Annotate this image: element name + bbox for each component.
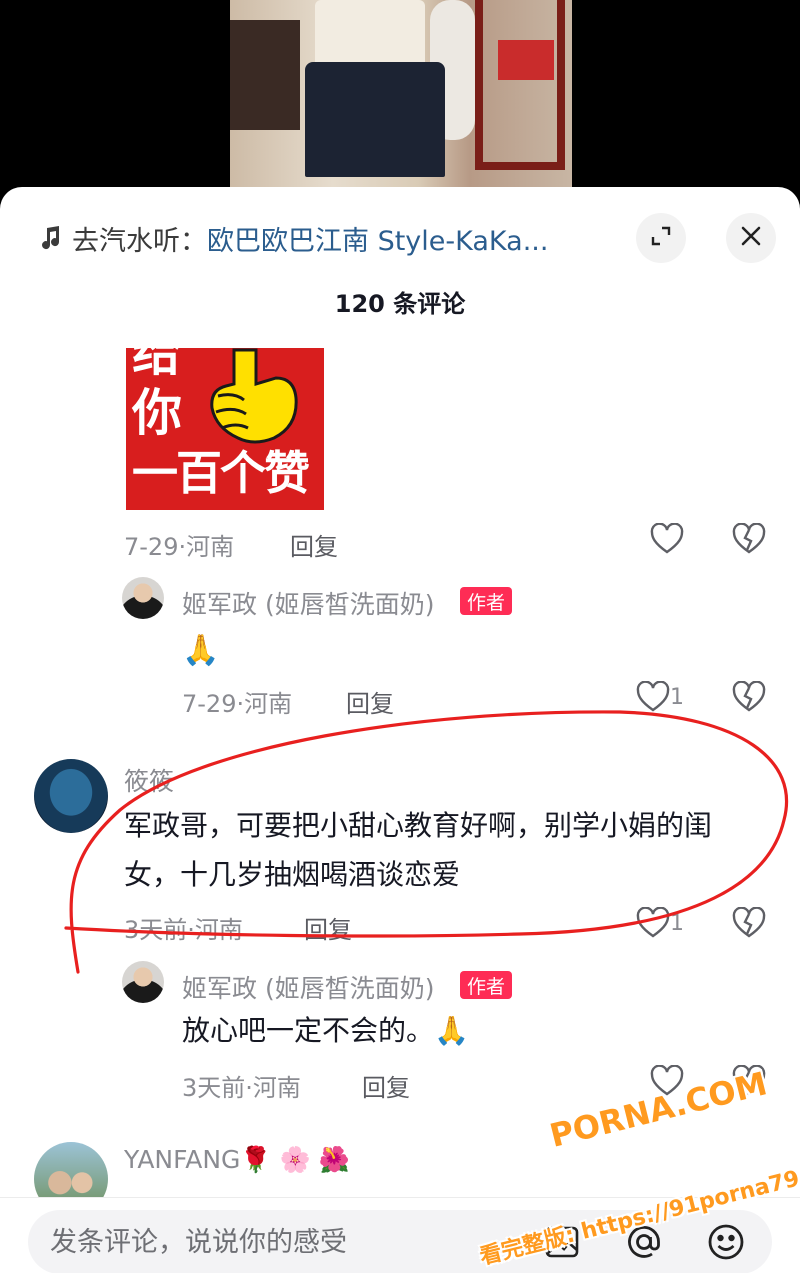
reply-meta: 3天前·河南	[182, 1074, 301, 1102]
like-button[interactable]: 1	[636, 681, 684, 713]
video-frame	[230, 0, 572, 200]
thumbs-up-sticker[interactable]: 给 你 一百个赞	[126, 348, 324, 510]
video-background[interactable]	[0, 0, 800, 200]
video-cabinet	[230, 20, 300, 130]
music-note-icon	[36, 224, 64, 252]
dislike-button[interactable]	[732, 906, 766, 943]
avatar[interactable]	[122, 961, 164, 1003]
sticker-line-1: 给	[132, 348, 182, 382]
reply-text: 放心吧一定不会的。🙏	[182, 1014, 469, 1047]
like-count: 1	[670, 684, 684, 710]
comment-location: 河南	[186, 533, 235, 561]
avatar[interactable]	[122, 577, 164, 619]
reply-text: 🙏	[182, 633, 220, 668]
reply-username[interactable]: 姬军政 (姬唇皙洗面奶)	[182, 585, 434, 621]
video-person-shorts	[305, 62, 445, 177]
music-prefix: 去汽水听：	[72, 225, 207, 257]
reply-button[interactable]: 回复	[362, 1068, 410, 1103]
reply-date: 7-29	[182, 690, 237, 718]
close-icon	[740, 225, 762, 251]
comment-text-line-2: 女，十几岁抽烟喝酒谈恋爱	[124, 858, 461, 891]
comment-count: 120 条评论	[334, 290, 466, 318]
reply-button[interactable]: 回复	[346, 684, 394, 719]
comment-username[interactable]: 筱筱	[124, 762, 174, 798]
comment-date: 3天前	[124, 916, 188, 944]
reply-button[interactable]: 回复	[304, 910, 352, 945]
sticker-line-3: 一百个赞	[132, 446, 310, 500]
heart-icon	[636, 681, 670, 712]
video-person-shirt	[315, 0, 425, 70]
reply-location: 河南	[252, 1074, 301, 1102]
reply-meta: 7-29·河南	[182, 690, 293, 718]
music-link-row[interactable]: 去汽水听： 欧巴欧巴江南 Style-KaKa...	[36, 217, 606, 259]
like-button[interactable]: 1	[636, 907, 684, 939]
author-badge: 作者	[460, 587, 513, 615]
video-table	[475, 0, 565, 170]
expand-icon	[650, 225, 672, 251]
emoji-icon[interactable]	[706, 1222, 746, 1262]
reply-date: 3天前	[182, 1074, 246, 1102]
expand-button[interactable]	[636, 213, 686, 263]
broken-heart-icon	[732, 680, 766, 712]
comment-username[interactable]: YANFANG🌹 🌸 🌺	[124, 1145, 350, 1175]
comment-text-line-1: 军政哥，可要把小甜心教育好啊，别学小娟的闺	[124, 809, 713, 842]
video-red-box	[498, 40, 554, 80]
broken-heart-icon	[732, 522, 766, 554]
comment-input[interactable]	[50, 1210, 470, 1273]
like-button[interactable]	[650, 523, 684, 555]
dislike-button[interactable]	[732, 522, 766, 559]
comment-meta: 7-29·河南	[124, 533, 235, 561]
sticker-line-2: 你	[132, 384, 182, 442]
music-title-link[interactable]: 欧巴欧巴江南 Style-KaKa...	[207, 219, 548, 258]
comment-location: 河南	[194, 916, 243, 944]
like-count: 1	[670, 910, 684, 936]
close-button[interactable]	[726, 213, 776, 263]
heart-icon	[650, 523, 684, 554]
reply-location: 河南	[244, 690, 293, 718]
dislike-button[interactable]	[732, 680, 766, 717]
broken-heart-icon	[732, 906, 766, 938]
heart-icon	[636, 907, 670, 938]
reply-button[interactable]: 回复	[290, 527, 338, 562]
comment-date: 7-29	[124, 533, 179, 561]
thumbs-up-icon	[210, 348, 298, 444]
author-badge: 作者	[460, 971, 513, 999]
avatar[interactable]	[34, 759, 108, 833]
reply-username[interactable]: 姬军政 (姬唇皙洗面奶)	[182, 969, 434, 1005]
comment-meta: 3天前·河南	[124, 916, 243, 944]
